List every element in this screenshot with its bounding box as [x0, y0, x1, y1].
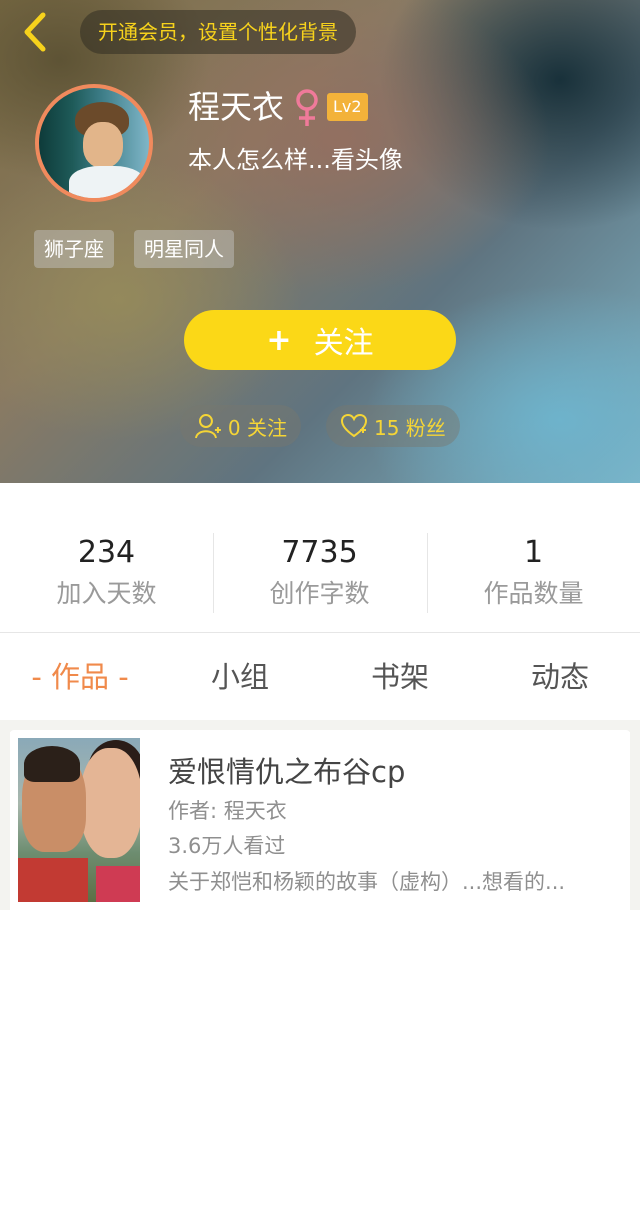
plus-icon: +	[266, 322, 292, 358]
add-user-icon	[195, 414, 221, 439]
empty-area	[0, 910, 640, 1212]
tab-activity[interactable]: 动态	[480, 634, 640, 720]
stat-words-written: 7735 创作字数	[213, 533, 426, 613]
vip-background-banner[interactable]: 开通会员，设置个性化背景	[80, 10, 356, 54]
stat-value: 234	[77, 535, 136, 570]
list-gutter	[0, 730, 10, 910]
female-symbol-icon	[296, 89, 318, 126]
follow-button-label: 关注	[313, 326, 374, 361]
list-gutter	[630, 730, 640, 910]
stat-label: 加入天数	[56, 579, 157, 608]
stat-value: 1	[523, 535, 544, 570]
profile-tabs: - 作品 - 小组 书架 动态	[0, 634, 640, 720]
tab-works[interactable]: - 作品 -	[0, 634, 160, 720]
chevron-left-icon	[24, 12, 46, 52]
stat-label: 作品数量	[483, 579, 584, 608]
stat-label: 创作字数	[269, 579, 370, 608]
work-title[interactable]: 爱恨情仇之布谷cp	[168, 752, 405, 792]
tab-bookshelf[interactable]: 书架	[320, 634, 480, 720]
stat-value: 7735	[281, 535, 358, 570]
stats-bar: 234 加入天数 7735 创作字数 1 作品数量	[0, 483, 640, 633]
stat-days-joined: 234 加入天数	[0, 533, 213, 613]
follow-button[interactable]: + 关注	[184, 310, 456, 370]
fans-count[interactable]: 15 粉丝	[326, 405, 460, 447]
work-list-item[interactable]: 爱恨情仇之布谷cp 作者: 程天衣 3.6万人看过 关于郑恺和杨颖的故事（虚构）…	[10, 730, 630, 910]
fans-count-label: 15 粉丝	[374, 415, 446, 440]
user-bio: 本人怎么样...看头像	[188, 146, 403, 174]
tag-category: 明星同人	[134, 230, 234, 268]
tab-groups[interactable]: 小组	[160, 634, 320, 720]
nickname: 程天衣	[188, 88, 285, 126]
following-count-label: 0 关注	[227, 415, 287, 440]
level-badge: Lv2	[327, 93, 368, 121]
work-author: 作者: 程天衣	[168, 799, 287, 823]
work-description: 关于郑恺和杨颖的故事（虚构）...想看的...	[168, 870, 566, 894]
work-views: 3.6万人看过	[168, 834, 286, 858]
profile-header: 开通会员，设置个性化背景 程天衣 Lv2 本人怎么样...看头像 狮子座 明星同…	[0, 0, 640, 483]
following-count[interactable]: 0 关注	[180, 405, 301, 447]
heart-icon	[340, 413, 368, 438]
stat-works-count: 1 作品数量	[427, 533, 640, 613]
avatar[interactable]	[35, 84, 153, 202]
back-button[interactable]	[14, 10, 54, 54]
tag-zodiac: 狮子座	[34, 230, 114, 268]
work-cover-image[interactable]	[18, 738, 140, 902]
